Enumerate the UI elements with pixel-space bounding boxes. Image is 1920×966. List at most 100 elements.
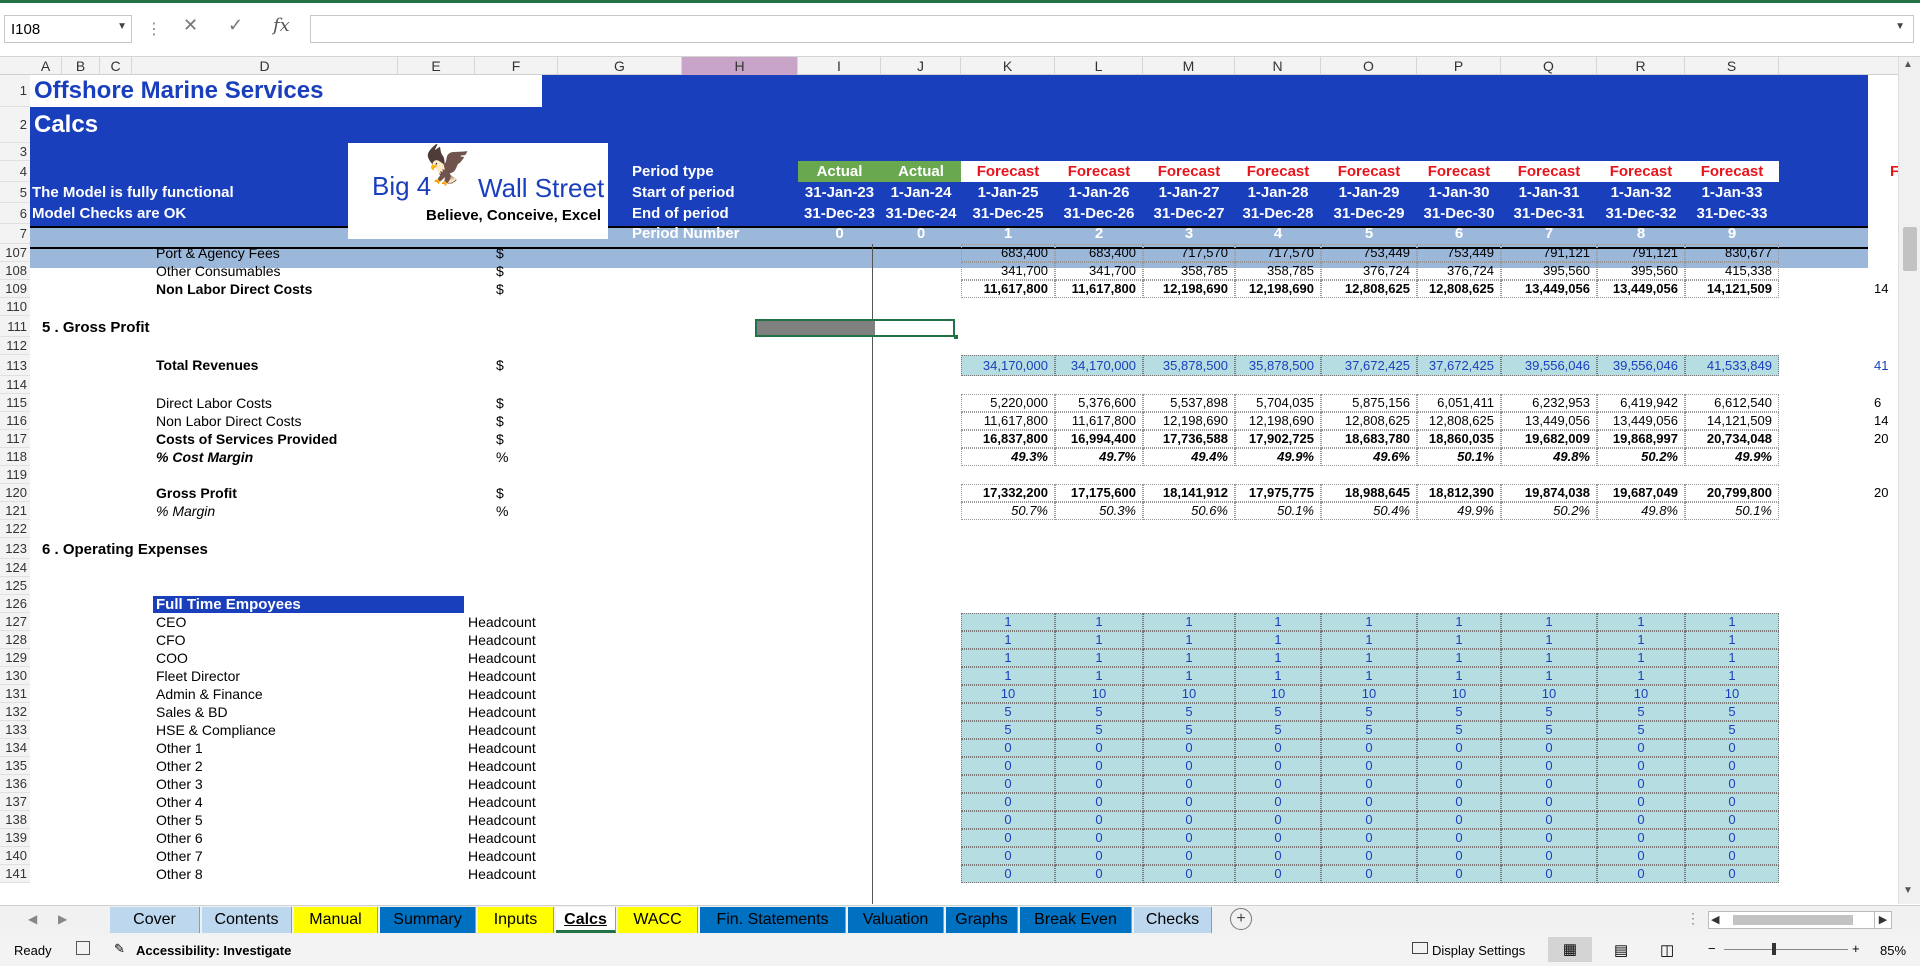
headcount-cell[interactable]: 5: [961, 703, 1055, 721]
value-cell[interactable]: 35,878,500: [1235, 355, 1321, 376]
headcount-cell[interactable]: 0: [1235, 811, 1321, 829]
headcount-cell[interactable]: 0: [961, 811, 1055, 829]
scroll-up-icon[interactable]: ▲: [1903, 59, 1913, 70]
scroll-left-icon[interactable]: ◀: [1711, 913, 1719, 926]
headcount-cell[interactable]: 1: [1235, 613, 1321, 631]
accessibility-status[interactable]: Accessibility: Investigate: [136, 943, 291, 958]
headcount-cell[interactable]: 1: [1597, 613, 1685, 631]
headcount-cell[interactable]: 1: [1321, 631, 1417, 649]
headcount-cell[interactable]: 1: [1321, 667, 1417, 685]
value-cell[interactable]: 791,121: [1597, 244, 1685, 262]
headcount-cell[interactable]: 0: [1321, 739, 1417, 757]
headcount-cell[interactable]: 5: [1055, 703, 1143, 721]
headcount-cell[interactable]: 1: [1685, 631, 1779, 649]
headcount-cell[interactable]: 0: [1055, 811, 1143, 829]
headcount-cell[interactable]: 0: [1321, 793, 1417, 811]
row-header[interactable]: 131: [0, 685, 30, 703]
headcount-cell[interactable]: 1: [1235, 649, 1321, 667]
row-header[interactable]: 124: [0, 559, 30, 577]
fill-handle[interactable]: [954, 335, 958, 339]
value-cell[interactable]: 5,537,898: [1143, 394, 1235, 412]
value-cell[interactable]: 5,704,035: [1235, 394, 1321, 412]
value-cell[interactable]: 50.7%: [961, 502, 1055, 520]
name-box[interactable]: I108 ▼: [4, 15, 132, 43]
tab-scroll-right-icon[interactable]: ▶: [58, 912, 67, 926]
headcount-cell[interactable]: 1: [1417, 631, 1501, 649]
headcount-cell[interactable]: 10: [1055, 685, 1143, 703]
value-cell[interactable]: 18,988,645: [1321, 484, 1417, 502]
value-cell[interactable]: 50.1%: [1417, 448, 1501, 466]
headcount-cell[interactable]: 10: [1235, 685, 1321, 703]
headcount-cell[interactable]: 0: [1597, 811, 1685, 829]
value-cell[interactable]: 753,449: [1321, 244, 1417, 262]
value-cell[interactable]: 13,449,056: [1597, 412, 1685, 430]
headcount-cell[interactable]: 0: [1417, 847, 1501, 865]
value-cell[interactable]: 49.9%: [1417, 502, 1501, 520]
column-header[interactable]: G: [558, 57, 682, 75]
headcount-cell[interactable]: 5: [1597, 703, 1685, 721]
column-header[interactable]: E: [398, 57, 475, 75]
headcount-cell[interactable]: 0: [1685, 757, 1779, 775]
tab-checks[interactable]: Checks: [1134, 907, 1212, 933]
expand-formula-icon[interactable]: ▼: [1895, 21, 1905, 32]
headcount-cell[interactable]: 0: [1055, 793, 1143, 811]
normal-view-icon[interactable]: ▦: [1548, 937, 1592, 962]
headcount-cell[interactable]: 0: [1321, 865, 1417, 883]
value-cell[interactable]: 17,175,600: [1055, 484, 1143, 502]
value-cell[interactable]: 753,449: [1417, 244, 1501, 262]
column-header[interactable]: M: [1143, 57, 1235, 75]
row-header[interactable]: 1: [0, 75, 30, 107]
headcount-cell[interactable]: 0: [1501, 739, 1597, 757]
headcount-cell[interactable]: 1: [1143, 649, 1235, 667]
headcount-cell[interactable]: 5: [1685, 721, 1779, 739]
headcount-cell[interactable]: 0: [1321, 829, 1417, 847]
headcount-cell[interactable]: 0: [1321, 775, 1417, 793]
headcount-cell[interactable]: 0: [1597, 865, 1685, 883]
value-cell[interactable]: 20,799,800: [1685, 484, 1779, 502]
headcount-cell[interactable]: 1: [1143, 631, 1235, 649]
headcount-cell[interactable]: 1: [961, 631, 1055, 649]
value-cell[interactable]: 19,874,038: [1501, 484, 1597, 502]
headcount-cell[interactable]: 0: [1143, 775, 1235, 793]
row-header[interactable]: 136: [0, 775, 30, 793]
value-cell[interactable]: 791,121: [1501, 244, 1597, 262]
value-cell[interactable]: 5,220,000: [961, 394, 1055, 412]
row-header[interactable]: 132: [0, 703, 30, 721]
headcount-cell[interactable]: 0: [1143, 811, 1235, 829]
headcount-cell[interactable]: 0: [1685, 865, 1779, 883]
row-header[interactable]: 109: [0, 280, 30, 298]
headcount-cell[interactable]: 0: [1417, 829, 1501, 847]
headcount-cell[interactable]: 0: [1143, 793, 1235, 811]
value-cell[interactable]: 19,682,009: [1501, 430, 1597, 448]
headcount-cell[interactable]: 0: [1055, 865, 1143, 883]
headcount-cell[interactable]: 1: [1321, 649, 1417, 667]
zoom-out-icon[interactable]: −: [1708, 941, 1716, 956]
column-header[interactable]: I: [798, 57, 881, 75]
headcount-cell[interactable]: 10: [1597, 685, 1685, 703]
row-header[interactable]: 138: [0, 811, 30, 829]
value-cell[interactable]: 11,617,800: [1055, 412, 1143, 430]
value-cell[interactable]: 14,121,509: [1685, 412, 1779, 430]
value-cell[interactable]: 16,994,400: [1055, 430, 1143, 448]
value-cell[interactable]: 683,400: [1055, 244, 1143, 262]
row-header[interactable]: 7: [0, 224, 30, 244]
headcount-cell[interactable]: 1: [1143, 667, 1235, 685]
headcount-cell[interactable]: 0: [961, 793, 1055, 811]
column-header[interactable]: D: [132, 57, 398, 75]
value-cell[interactable]: 49.7%: [1055, 448, 1143, 466]
value-cell[interactable]: 16,837,800: [961, 430, 1055, 448]
headcount-cell[interactable]: 10: [1417, 685, 1501, 703]
value-cell[interactable]: 11,617,800: [1055, 280, 1143, 298]
zoom-slider[interactable]: [1724, 943, 1848, 955]
headcount-cell[interactable]: 1: [1055, 667, 1143, 685]
headcount-cell[interactable]: 0: [961, 847, 1055, 865]
headcount-cell[interactable]: 0: [1235, 757, 1321, 775]
display-settings-icon[interactable]: [1412, 942, 1428, 954]
headcount-cell[interactable]: 0: [1235, 793, 1321, 811]
headcount-cell[interactable]: 1: [961, 613, 1055, 631]
headcount-cell[interactable]: 0: [1417, 811, 1501, 829]
value-cell[interactable]: 17,736,588: [1143, 430, 1235, 448]
row-header[interactable]: 120: [0, 484, 30, 502]
value-cell[interactable]: 12,198,690: [1143, 412, 1235, 430]
value-cell[interactable]: 415,338: [1685, 262, 1779, 280]
